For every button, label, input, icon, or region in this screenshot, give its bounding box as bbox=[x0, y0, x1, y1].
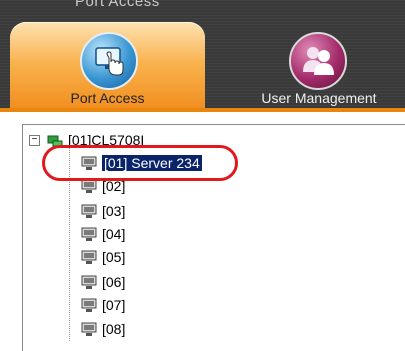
tree-port-08[interactable]: [08] bbox=[81, 318, 125, 340]
computer-icon bbox=[81, 227, 97, 241]
tree-port-label: [06] bbox=[102, 274, 126, 290]
tree-port-label: [07] bbox=[102, 297, 126, 313]
tab-user-management-label: User Management bbox=[261, 90, 377, 106]
computer-icon bbox=[81, 275, 97, 289]
user-management-icon bbox=[289, 32, 347, 90]
tab-port-access-label: Port Access bbox=[70, 90, 145, 106]
tree-port-03[interactable]: [03] bbox=[81, 200, 125, 222]
computer-icon bbox=[81, 322, 97, 336]
tree-port-label: [08] bbox=[102, 321, 126, 337]
highlight-annotation bbox=[42, 145, 238, 181]
port-access-icon bbox=[80, 32, 138, 90]
tree-port-05[interactable]: [05] bbox=[81, 246, 125, 268]
tab-user-management[interactable]: User Management bbox=[245, 22, 393, 110]
collapse-toggle[interactable]: − bbox=[29, 135, 40, 146]
tree-port-label: [04] bbox=[102, 226, 126, 242]
computer-icon bbox=[81, 298, 97, 312]
tree-port-04[interactable]: [04] bbox=[81, 223, 125, 245]
tree-port-07[interactable]: [07] bbox=[81, 294, 125, 316]
tab-port-access[interactable]: Port Access bbox=[10, 22, 205, 112]
tree-port-label: [05] bbox=[102, 249, 126, 265]
top-banner: Port Access Port Access User Management bbox=[0, 0, 405, 112]
tree-port-label: [03] bbox=[102, 203, 126, 219]
computer-icon bbox=[81, 250, 97, 264]
tree-port-06[interactable]: [06] bbox=[81, 271, 125, 293]
computer-icon bbox=[81, 204, 97, 218]
breadcrumb: Port Access bbox=[75, 0, 160, 10]
